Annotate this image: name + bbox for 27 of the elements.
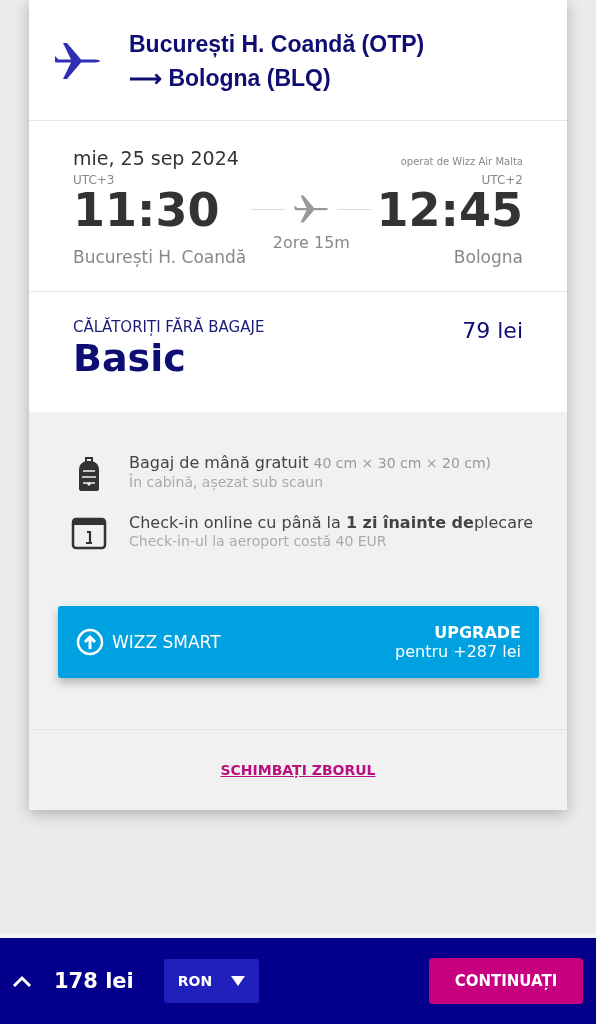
backpack-icon (76, 456, 102, 492)
currency-dropdown[interactable]: RON (163, 959, 259, 1003)
airport-city: București H. Coandă (73, 247, 247, 267)
upgrade-button[interactable]: WIZZ SMART UPGRADE pentru +287 lei (58, 606, 539, 678)
total-price: 178 lei (54, 969, 134, 993)
arrow-up-circle-icon (76, 628, 104, 656)
feature-title: Check-in online cu până la 1 zi înainte deplecare (129, 512, 534, 533)
feature-note: Check-in-ul la aeroport costă 40 EUR (129, 533, 388, 549)
timezone-label: UTC+2 (481, 173, 523, 187)
timezone-label: UTC+3 (73, 173, 116, 187)
feature-note: În cabină, așezat sub scaun (129, 474, 325, 490)
route-title: București H. Coandă (OTP) ⟶ Bologna (BLQ) (129, 30, 425, 93)
airport-city: Bologna (453, 247, 523, 267)
departure-time: 11:30 (73, 187, 221, 233)
change-flight-link[interactable]: SCHIMBAȚI ZBORUL (220, 762, 376, 778)
flight-date: mie, 25 sep 2024 (73, 147, 239, 169)
operator-text: operat de Wizz Air Malta (400, 156, 523, 167)
caret-icon (230, 976, 245, 986)
fare-price: 79 lei (462, 318, 523, 345)
feature-title: Bagaj de mână gratuit 40 cm × 30 cm × 20 cm) (129, 452, 492, 473)
continue-button[interactable]: CONTINUAȚI (429, 958, 583, 1004)
calendar-icon (71, 516, 107, 550)
fare-name: Basic (73, 336, 187, 380)
arrival-time: 12:45 (376, 187, 523, 233)
flight-duration: 2ore 15m (272, 233, 350, 252)
fare-tagline: CĂLĂTORIȚI FĂRĂ BAGAJE (73, 318, 265, 336)
chevron-up-icon[interactable] (12, 974, 32, 988)
